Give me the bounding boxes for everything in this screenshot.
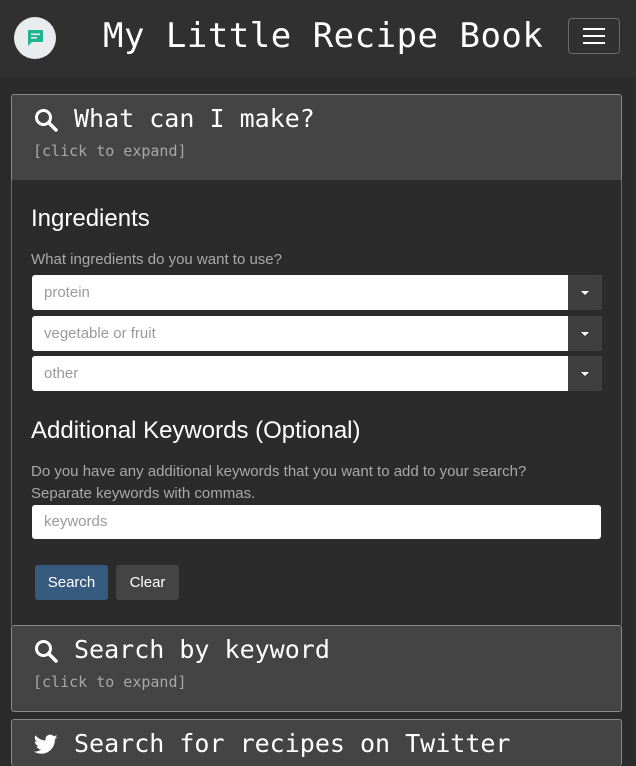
search-twitter-header[interactable]: Search for recipes on Twitter [11, 719, 622, 766]
caret-down-icon [581, 290, 589, 295]
input-placeholder: keywords [44, 513, 108, 530]
card-subtitle: [click to expand] [33, 673, 187, 691]
caret-down-icon [581, 331, 589, 336]
menu-toggle-button[interactable] [568, 18, 620, 54]
keywords-heading: Additional Keywords (Optional) [31, 417, 361, 444]
keywords-input[interactable]: keywords [32, 505, 601, 539]
select-placeholder: other [44, 365, 79, 382]
logo[interactable] [14, 17, 56, 59]
keywords-help-line1: Do you have any additional keywords that… [31, 463, 527, 480]
twitter-icon [34, 734, 58, 754]
select-placeholder: vegetable or fruit [44, 325, 156, 342]
dropdown-toggle[interactable] [568, 275, 602, 310]
card-title: Search by keyword [74, 635, 330, 664]
protein-select[interactable]: protein [32, 275, 602, 310]
keywords-help-line2: Separate keywords with commas. [31, 485, 256, 502]
search-by-keyword-header[interactable]: Search by keyword [click to expand] [11, 625, 622, 712]
card-title: What can I make? [74, 104, 315, 133]
what-can-i-make-header[interactable]: What can I make? [click to expand] [11, 94, 622, 181]
search-icon [35, 640, 58, 663]
navbar: My Little Recipe Book [0, 0, 636, 77]
clear-button[interactable]: Clear [116, 565, 179, 600]
caret-down-icon [581, 371, 589, 376]
other-select[interactable]: other [32, 356, 602, 391]
search-icon [35, 109, 58, 132]
site-title[interactable]: My Little Recipe Book [103, 14, 543, 58]
card-subtitle: [click to expand] [33, 142, 187, 160]
what-can-i-make-body [11, 180, 622, 625]
search-button[interactable]: Search [35, 565, 108, 600]
ingredients-help: What ingredients do you want to use? [31, 251, 282, 268]
dropdown-toggle[interactable] [568, 356, 602, 391]
card-title: Search for recipes on Twitter [74, 729, 511, 758]
vegetable-fruit-select[interactable]: vegetable or fruit [32, 316, 602, 351]
select-placeholder: protein [44, 284, 90, 301]
dropdown-toggle[interactable] [568, 316, 602, 351]
chat-bubble-icon [28, 30, 43, 46]
keywords-help: Do you have any additional keywords that… [31, 461, 601, 505]
ingredients-heading: Ingredients [31, 205, 150, 232]
hamburger-menu-icon [583, 28, 605, 44]
